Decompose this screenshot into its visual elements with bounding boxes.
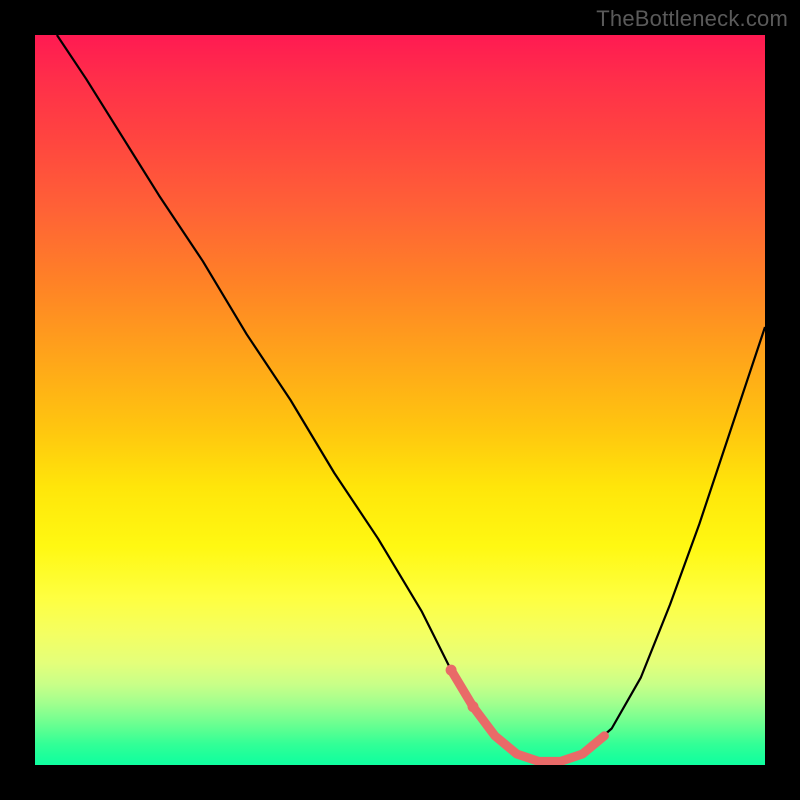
highlight-group bbox=[446, 665, 605, 762]
highlight-dot bbox=[468, 701, 479, 712]
chart-svg bbox=[35, 35, 765, 765]
bottleneck-curve bbox=[57, 35, 765, 761]
highlight-curve bbox=[451, 670, 604, 761]
highlight-dot bbox=[446, 665, 457, 676]
watermark-text: TheBottleneck.com bbox=[596, 6, 788, 32]
plot-area bbox=[35, 35, 765, 765]
curve-group bbox=[57, 35, 765, 761]
